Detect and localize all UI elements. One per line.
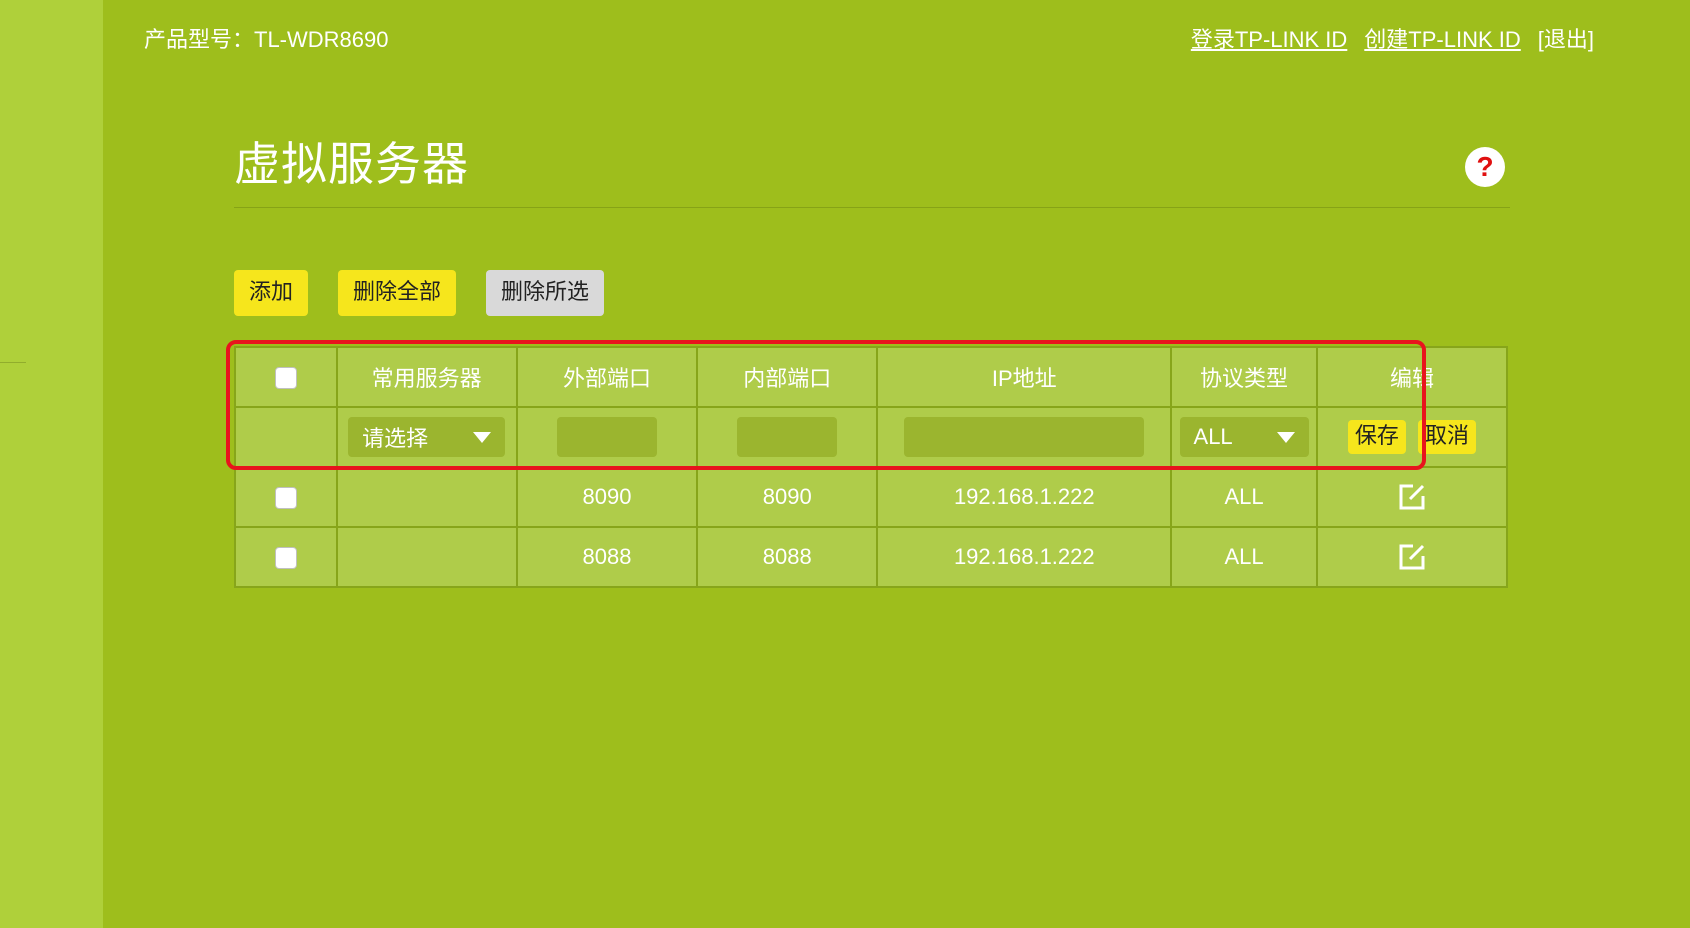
new-entry-blank-cell bbox=[234, 406, 338, 468]
new-entry-internal-port-cell bbox=[696, 406, 879, 468]
row-checkbox[interactable] bbox=[274, 547, 297, 570]
help-icon[interactable]: ? bbox=[1465, 147, 1505, 187]
chevron-down-icon bbox=[1276, 431, 1295, 443]
delete-all-button[interactable]: 删除全部 bbox=[338, 270, 457, 316]
left-sidebar bbox=[0, 0, 103, 928]
new-entry-external-port-cell bbox=[515, 406, 699, 468]
cancel-button[interactable]: 取消 bbox=[1418, 420, 1477, 454]
save-button[interactable]: 保存 bbox=[1347, 420, 1406, 454]
new-entry-protocol-cell: ALL bbox=[1170, 406, 1318, 468]
edit-icon[interactable] bbox=[1396, 481, 1428, 513]
main-content: 产品型号：TL-WDR8690 登录TP-LINK ID 创建TP-LINK I… bbox=[103, 0, 1690, 928]
cell-external-port: 8088 bbox=[515, 526, 699, 588]
cell-protocol: ALL bbox=[1170, 526, 1318, 588]
edit-icon[interactable] bbox=[1396, 541, 1428, 573]
header-internal-port: 内部端口 bbox=[696, 346, 879, 408]
table-header-row: 常用服务器 外部端口 内部端口 IP地址 协议类型 编辑 bbox=[234, 346, 1509, 408]
header-protocol: 协议类型 bbox=[1170, 346, 1318, 408]
title-divider bbox=[234, 207, 1510, 208]
logout-link[interactable]: [退出] bbox=[1538, 22, 1594, 54]
product-model-label: 产品型号：TL-WDR8690 bbox=[144, 27, 389, 52]
internal-port-input[interactable] bbox=[737, 417, 838, 457]
cell-external-port: 8090 bbox=[515, 466, 699, 528]
header-external-port: 外部端口 bbox=[515, 346, 699, 408]
row-select-cell bbox=[234, 466, 338, 528]
add-button[interactable]: 添加 bbox=[234, 270, 309, 316]
external-port-input[interactable] bbox=[556, 417, 657, 457]
chevron-down-icon bbox=[473, 431, 492, 443]
cell-ip-address: 192.168.1.222 bbox=[876, 526, 1173, 588]
new-entry-row: 请选择 ALL 保存 取消 bbox=[234, 406, 1509, 468]
new-entry-ip-cell bbox=[876, 406, 1173, 468]
cell-ip-address: 192.168.1.222 bbox=[876, 466, 1173, 528]
sidebar-divider bbox=[0, 362, 26, 363]
header-common-server: 常用服务器 bbox=[335, 346, 518, 408]
login-tplink-id-link[interactable]: 登录TP-LINK ID bbox=[1191, 22, 1347, 54]
common-server-select[interactable]: 请选择 bbox=[348, 417, 506, 457]
header-select-all-cell bbox=[234, 346, 338, 408]
cell-internal-port: 8090 bbox=[696, 466, 879, 528]
header-edit: 编辑 bbox=[1315, 346, 1509, 408]
table-row: 8088 8088 192.168.1.222 ALL bbox=[234, 526, 1509, 588]
new-entry-server-cell: 请选择 bbox=[335, 406, 518, 468]
create-tplink-id-link[interactable]: 创建TP-LINK ID bbox=[1364, 22, 1520, 54]
account-links: 登录TP-LINK ID 创建TP-LINK ID [退出] bbox=[1191, 22, 1594, 54]
cell-edit bbox=[1315, 526, 1509, 588]
row-checkbox[interactable] bbox=[274, 487, 297, 510]
cell-internal-port: 8088 bbox=[696, 526, 879, 588]
cell-common-server bbox=[335, 466, 518, 528]
select-all-checkbox[interactable] bbox=[274, 367, 297, 390]
delete-selected-button[interactable]: 删除所选 bbox=[486, 270, 605, 316]
common-server-select-value: 请选择 bbox=[362, 426, 429, 451]
table-row: 8090 8090 192.168.1.222 ALL bbox=[234, 466, 1509, 528]
new-entry-actions-cell: 保存 取消 bbox=[1315, 406, 1509, 468]
header-ip-address: IP地址 bbox=[876, 346, 1173, 408]
cell-protocol: ALL bbox=[1170, 466, 1318, 528]
virtual-server-table: 常用服务器 外部端口 内部端口 IP地址 协议类型 编辑 请选择 ALL 保存 … bbox=[234, 346, 1509, 588]
ip-address-input[interactable] bbox=[904, 417, 1145, 457]
row-select-cell bbox=[234, 526, 338, 588]
cell-common-server bbox=[335, 526, 518, 588]
cell-edit bbox=[1315, 466, 1509, 528]
protocol-select[interactable]: ALL bbox=[1179, 417, 1309, 457]
page-title: 虚拟服务器 bbox=[234, 137, 469, 191]
protocol-select-value: ALL bbox=[1193, 424, 1233, 449]
toolbar: 添加 删除全部 删除所选 bbox=[234, 270, 605, 316]
